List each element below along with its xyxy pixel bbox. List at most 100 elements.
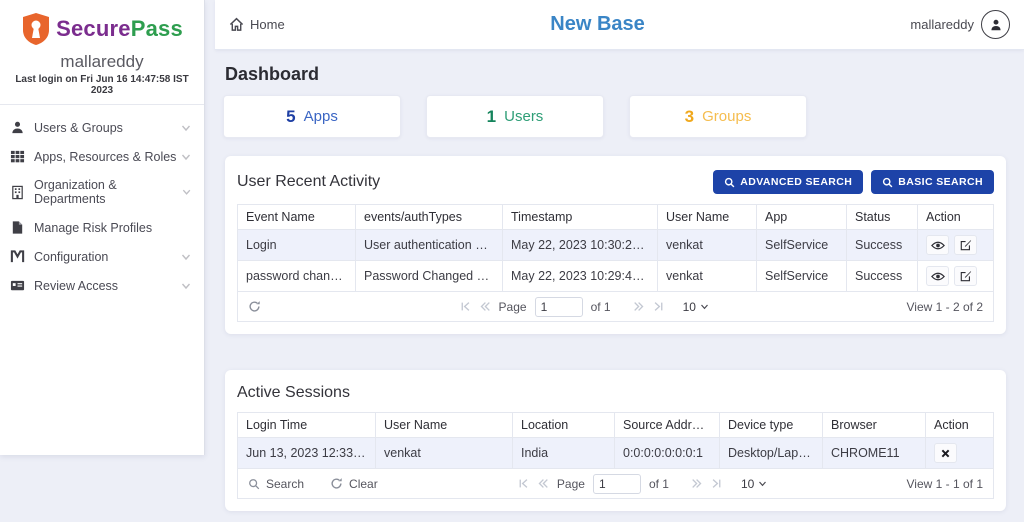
column-header[interactable]: Source Address <box>615 413 720 438</box>
edit-icon <box>960 270 972 282</box>
column-header[interactable]: Action <box>918 205 994 230</box>
page-next-button[interactable] <box>633 301 645 312</box>
page-first-icon <box>517 478 529 489</box>
home-link[interactable]: Home <box>229 17 285 32</box>
column-header[interactable]: Login Time <box>238 413 376 438</box>
active-sessions-title: Active Sessions <box>237 384 350 402</box>
column-header[interactable]: App <box>757 205 847 230</box>
column-header[interactable]: Browser <box>823 413 926 438</box>
cell-timestamp: May 22, 2023 10:29:47 AM <box>503 261 658 292</box>
cell-location: India <box>513 438 615 469</box>
users-count: 1 <box>487 107 496 127</box>
cell-auth-type: Password Changed Succ... <box>356 261 503 292</box>
cell-status: Success <box>847 261 918 292</box>
page-next-button[interactable] <box>691 478 703 489</box>
sidebar-item-organization-departments[interactable]: Organization & Departments <box>0 171 204 213</box>
view-button[interactable] <box>926 266 949 286</box>
column-header[interactable]: events/authTypes <box>356 205 503 230</box>
grid-icon <box>10 149 25 164</box>
page-size-select[interactable]: 10 <box>683 300 709 314</box>
active-sessions-pagination: Search Clear Page of 1 10 <box>237 469 994 499</box>
advanced-search-button[interactable]: ADVANCED SEARCH <box>713 170 863 194</box>
users-stat-card[interactable]: 1 Users <box>426 95 604 138</box>
page-next-icon <box>691 478 703 489</box>
search-icon <box>882 177 893 188</box>
column-header[interactable]: User Name <box>658 205 757 230</box>
page-prev-button[interactable] <box>537 478 549 489</box>
brand-name: SecurePass <box>56 16 183 42</box>
edit-icon <box>960 239 972 251</box>
session-search-button[interactable]: Search <box>248 477 304 491</box>
caret-down-icon <box>700 302 709 311</box>
sidebar-item-label: Organization & Departments <box>34 178 181 206</box>
recent-activity-table: Event Name events/authTypes Timestamp Us… <box>237 204 994 292</box>
sidebar-item-label: Configuration <box>34 250 180 264</box>
chevron-down-icon <box>180 280 192 292</box>
cell-auth-type: User authentication by P... <box>356 230 503 261</box>
page-first-button[interactable] <box>517 478 529 489</box>
cell-source-address: 0:0:0:0:0:0:0:1 <box>615 438 720 469</box>
edit-button[interactable] <box>954 235 977 255</box>
page-last-button[interactable] <box>653 301 665 312</box>
search-icon <box>724 177 735 188</box>
page-prev-button[interactable] <box>479 301 491 312</box>
sidebar-item-apps-resources-roles[interactable]: Apps, Resources & Roles <box>0 142 204 171</box>
sidebar-item-label: Review Access <box>34 279 180 293</box>
column-header[interactable]: Location <box>513 413 615 438</box>
brand-block: SecurePass mallareddy Last login on Fri … <box>0 0 204 105</box>
column-header[interactable]: Device type <box>720 413 823 438</box>
page-of-label: of 1 <box>591 300 611 314</box>
sidebar-username: mallareddy <box>8 52 196 72</box>
sidebar-item-configuration[interactable]: Configuration <box>0 242 204 271</box>
basic-search-button[interactable]: BASIC SEARCH <box>871 170 994 194</box>
refresh-button[interactable] <box>248 300 261 313</box>
page-first-button[interactable] <box>459 301 471 312</box>
column-header[interactable]: Action <box>926 413 994 438</box>
session-clear-button[interactable]: Clear <box>330 477 378 491</box>
table-header-row: Event Name events/authTypes Timestamp Us… <box>238 205 994 230</box>
search-icon <box>248 478 260 490</box>
caret-down-icon <box>758 479 767 488</box>
column-header[interactable]: Event Name <box>238 205 356 230</box>
cell-actions <box>918 230 994 261</box>
page-number-input[interactable] <box>535 297 583 317</box>
page-size-select[interactable]: 10 <box>741 477 767 491</box>
file-icon <box>10 220 25 235</box>
page-number-input[interactable] <box>593 474 641 494</box>
sidebar-nav: Users & Groups Apps, Resources & Roles O… <box>0 105 204 308</box>
chevron-down-icon <box>180 251 192 263</box>
sidebar-item-manage-risk-profiles[interactable]: Manage Risk Profiles <box>0 213 204 242</box>
page-label: Page <box>557 477 585 491</box>
column-header[interactable]: Timestamp <box>503 205 658 230</box>
user-recent-activity-panel: User Recent Activity ADVANCED SEARCH BAS… <box>225 156 1006 334</box>
cell-timestamp: May 22, 2023 10:30:23 AM <box>503 230 658 261</box>
dashboard-heading: Dashboard <box>225 64 1024 85</box>
page-prev-icon <box>479 301 491 312</box>
apps-count: 5 <box>286 107 295 127</box>
cell-event-name: password changed <box>238 261 356 292</box>
cell-login-time: Jun 13, 2023 12:33:03 PM <box>238 438 376 469</box>
column-header[interactable]: User Name <box>376 413 513 438</box>
last-login-text: Last login on Fri Jun 16 14:47:58 IST 20… <box>8 74 196 96</box>
column-header[interactable]: Status <box>847 205 918 230</box>
apps-stat-card[interactable]: 5 Apps <box>223 95 401 138</box>
terminate-session-button[interactable] <box>934 443 957 463</box>
sidebar-item-label: Apps, Resources & Roles <box>34 150 180 164</box>
page-last-button[interactable] <box>711 478 723 489</box>
cell-app: SelfService <box>757 230 847 261</box>
table-row: password changed Password Changed Succ..… <box>238 261 994 292</box>
recent-activity-pagination: Page of 1 10 View 1 - 2 of 2 <box>237 292 994 322</box>
avatar[interactable] <box>981 10 1010 39</box>
groups-stat-card[interactable]: 3 Groups <box>629 95 807 138</box>
sidebar-item-review-access[interactable]: Review Access <box>0 271 204 300</box>
page-title: New Base <box>285 13 911 36</box>
main-content: Home New Base mallareddy Dashboard 5 App… <box>215 0 1024 522</box>
page-last-icon <box>711 478 723 489</box>
active-sessions-panel: Active Sessions Login Time User Name Loc… <box>225 370 1006 511</box>
topbar-user: mallareddy <box>910 10 1010 39</box>
view-button[interactable] <box>926 235 949 255</box>
cell-user-name: venkat <box>658 261 757 292</box>
edit-button[interactable] <box>954 266 977 286</box>
clear-icon <box>330 477 343 490</box>
sidebar-item-users-groups[interactable]: Users & Groups <box>0 113 204 142</box>
